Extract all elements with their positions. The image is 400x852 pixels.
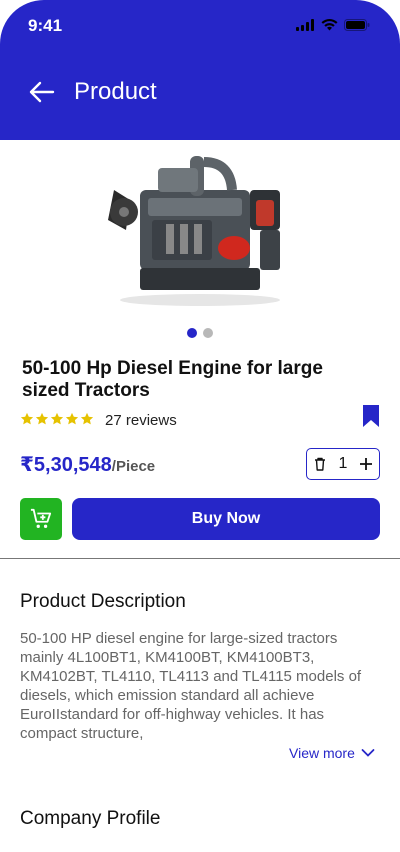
product-title: 50-100 Hp Diesel Engine for large sized … (22, 358, 323, 401)
battery-icon (344, 19, 370, 31)
cart-plus-icon (30, 508, 52, 528)
trash-icon (315, 457, 325, 471)
carousel-dot[interactable] (187, 328, 197, 338)
price-value: ₹5,30,548 (20, 454, 112, 476)
star-icon (50, 412, 64, 425)
view-more-label: View more (289, 745, 355, 761)
arrow-left-icon (29, 81, 55, 103)
chevron-down-icon (361, 749, 375, 757)
star-icon (80, 412, 94, 425)
wifi-icon (321, 19, 338, 31)
divider (0, 558, 400, 559)
quantity-value: 1 (338, 455, 348, 472)
bookmark-icon[interactable] (362, 404, 380, 428)
status-time: 9:41 (28, 16, 63, 35)
image-carousel-dots (187, 328, 213, 338)
status-icons (296, 19, 370, 31)
buy-now-button[interactable]: Buy Now (72, 498, 380, 540)
company-profile-title: Company Profile (20, 808, 161, 829)
price: ₹5,30,548/Piece (20, 452, 155, 477)
star-icon (35, 412, 49, 425)
star-icon (65, 412, 79, 425)
price-unit: /Piece (111, 458, 156, 475)
back-button[interactable] (26, 76, 58, 108)
product-image[interactable] (100, 150, 300, 310)
increment-button[interactable] (359, 456, 373, 472)
page-title: Product (74, 78, 157, 105)
description-title: Product Description (20, 591, 186, 612)
description-text: 50-100 HP diesel engine for large-sized … (20, 630, 362, 742)
signal-icon (296, 19, 314, 31)
remove-button[interactable] (313, 456, 327, 472)
company-profile-text (20, 843, 380, 852)
reviews-count[interactable]: 27 reviews (105, 412, 177, 429)
rating-stars (20, 412, 94, 426)
view-more-button[interactable]: View more (289, 745, 375, 761)
add-to-cart-button[interactable] (20, 498, 62, 540)
star-icon (20, 412, 34, 425)
carousel-dot[interactable] (203, 328, 213, 338)
plus-icon (360, 458, 372, 470)
app-header: 9:41 Product (0, 0, 400, 140)
quantity-stepper: 1 (306, 448, 380, 480)
